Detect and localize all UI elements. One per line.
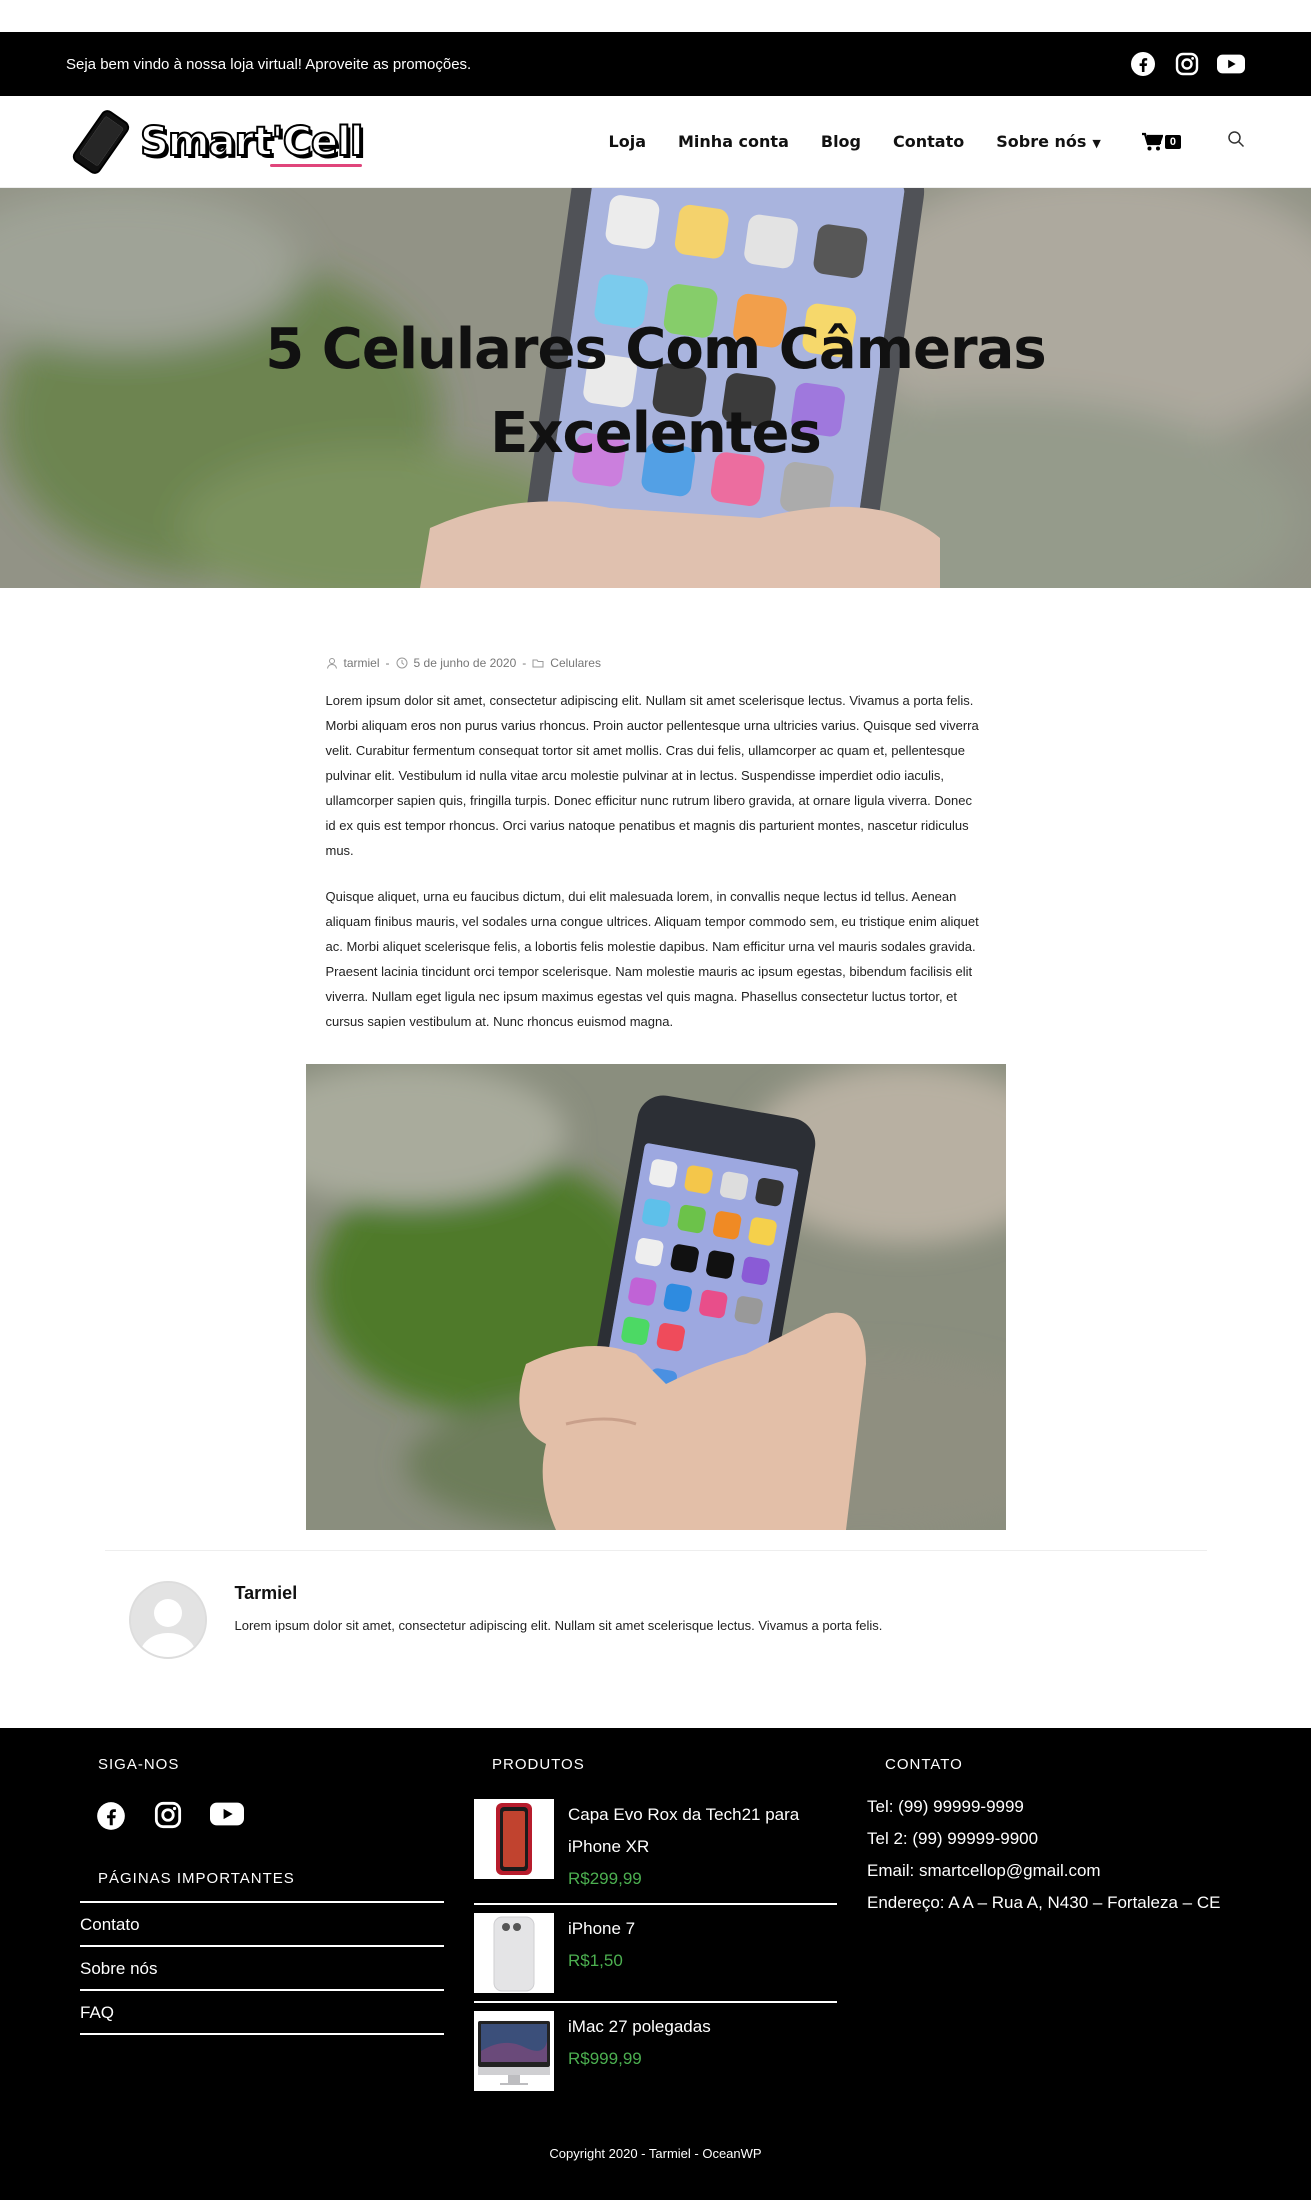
product-thumbnail[interactable] xyxy=(474,1913,554,1993)
nav-loja[interactable]: Loja xyxy=(609,132,646,151)
contact-address: Endereço: A A – Rua A, N430 – Fortaleza … xyxy=(867,1893,1221,1912)
important-pages-list: Contato Sobre nós FAQ xyxy=(80,1901,444,2035)
footer-social-links xyxy=(80,1801,444,1836)
follow-heading: SIGA-NOS xyxy=(98,1756,180,1773)
author-info: Tarmiel Lorem ipsum dolor sit amet, cons… xyxy=(235,1581,883,1659)
footer-link-faq[interactable]: FAQ xyxy=(80,1991,444,2035)
product-price: R$1,50 xyxy=(568,1951,623,1970)
meta-separator: - xyxy=(522,656,527,670)
product-thumbnail[interactable] xyxy=(474,2011,554,2091)
instagram-icon[interactable] xyxy=(154,1801,182,1836)
instagram-icon[interactable] xyxy=(1173,50,1201,78)
site-header: Smart'Cell Loja Minha conta Blog Contato… xyxy=(0,96,1311,188)
post-image xyxy=(305,1064,1006,1530)
meta-separator: - xyxy=(385,656,390,670)
contact-heading: CONTATO xyxy=(885,1756,963,1773)
facebook-icon[interactable] xyxy=(96,1801,126,1836)
logo-text: Smart'Cell xyxy=(139,118,364,167)
product-info: iMac 27 polegadas R$999,99 xyxy=(568,2011,711,2091)
footer-column-follow: SIGA-NOS PÁGINAS IMPORTANTES Contato Sob… xyxy=(80,1728,444,2035)
welcome-text: Seja bem vindo à nossa loja virtual! Apr… xyxy=(66,55,472,73)
footer-link-sobre-nos[interactable]: Sobre nós xyxy=(80,1947,444,1991)
site-logo[interactable]: Smart'Cell xyxy=(66,109,364,174)
product-info: Capa Evo Rox da Tech21 para iPhone XR R$… xyxy=(568,1799,799,1895)
product-price: R$999,99 xyxy=(568,2049,642,2068)
post-title: 5 Celulares Com Câmeras Excelentes xyxy=(265,317,1046,466)
pages-heading: PÁGINAS IMPORTANTES xyxy=(98,1870,295,1887)
nav-minha-conta[interactable]: Minha conta xyxy=(678,132,789,151)
topbar-social-links xyxy=(1129,50,1245,78)
product-name[interactable]: iMac 27 polegadas xyxy=(568,2011,711,2043)
nav-contato[interactable]: Contato xyxy=(893,132,964,151)
footer-column-products: PRODUTOS Capa Evo Rox da Tech21 para iPh… xyxy=(474,1728,837,2099)
top-bar: Seja bem vindo à nossa loja virtual! Apr… xyxy=(0,32,1311,96)
products-list: Capa Evo Rox da Tech21 para iPhone XR R$… xyxy=(474,1791,837,2099)
product-info: iPhone 7 R$1,50 xyxy=(568,1913,635,1993)
product-name[interactable]: iPhone 7 xyxy=(568,1913,635,1945)
main-nav: Loja Minha conta Blog Contato Sobre nós ▼… xyxy=(609,130,1245,153)
products-heading: PRODUTOS xyxy=(492,1756,585,1773)
search-icon[interactable] xyxy=(1227,130,1245,153)
post-category[interactable]: Celulares xyxy=(550,656,601,670)
author-box: Tarmiel Lorem ipsum dolor sit amet, cons… xyxy=(105,1551,1207,1689)
user-icon xyxy=(326,658,337,669)
post-hero: 5 Celulares Com Câmeras Excelentes xyxy=(0,188,1311,588)
contact-email: Email: smartcellop@gmail.com xyxy=(867,1861,1101,1880)
author-bio: Lorem ipsum dolor sit amet, consectetur … xyxy=(234,1618,883,1633)
post-content: tarmiel - 5 de junho de 2020 - Celulares… xyxy=(305,588,1006,1530)
youtube-icon[interactable] xyxy=(210,1801,244,1836)
post-author[interactable]: tarmiel xyxy=(344,656,380,670)
post-paragraph: Quisque aliquet, urna eu faucibus dictum… xyxy=(325,889,979,1029)
contact-phone: Tel: (99) 99999-9999 xyxy=(867,1797,1024,1816)
contact-list: Tel: (99) 99999-9999 Tel 2: (99) 99999-9… xyxy=(867,1791,1247,1919)
avatar[interactable] xyxy=(128,1581,207,1659)
post-paragraph: Lorem ipsum dolor sit amet, consectetur … xyxy=(325,693,979,858)
footer-column-contact: CONTATO Tel: (99) 99999-9999 Tel 2: (99)… xyxy=(867,1728,1247,1919)
facebook-icon[interactable] xyxy=(1129,50,1157,78)
nav-sobre-nos-label: Sobre nós xyxy=(996,132,1087,151)
top-spacer xyxy=(0,0,1311,32)
cart-count-badge: 0 xyxy=(1164,134,1181,149)
footer-link-contato[interactable]: Contato xyxy=(80,1903,444,1947)
product-price: R$299,99 xyxy=(568,1869,642,1888)
product-item[interactable]: Capa Evo Rox da Tech21 para iPhone XR R$… xyxy=(474,1791,837,1905)
contact-phone-2: Tel 2: (99) 99999-9900 xyxy=(867,1829,1039,1848)
author-name[interactable]: Tarmiel xyxy=(235,1583,883,1604)
nav-sobre-nos[interactable]: Sobre nós ▼ xyxy=(996,132,1101,151)
product-name-cont[interactable]: iPhone XR xyxy=(568,1831,799,1863)
product-item[interactable]: iMac 27 polegadas R$999,99 xyxy=(474,2003,837,2099)
logo-underline xyxy=(270,163,363,167)
clock-icon xyxy=(396,657,408,669)
phone-logo-icon xyxy=(72,109,130,174)
copyright: Copyright 2020 - Tarmiel - OceanWP xyxy=(549,2146,762,2161)
nav-blog[interactable]: Blog xyxy=(821,132,861,151)
post-meta: tarmiel - 5 de junho de 2020 - Celulares xyxy=(326,656,986,670)
cart-icon xyxy=(1141,132,1163,150)
logo-wordmark: Smart'Cell xyxy=(139,118,364,166)
product-name[interactable]: Capa Evo Rox da Tech21 para xyxy=(568,1799,799,1831)
folder-icon xyxy=(532,659,544,668)
post-date: 5 de junho de 2020 xyxy=(413,656,517,670)
cart-button[interactable]: 0 xyxy=(1141,132,1181,152)
chevron-down-icon: ▼ xyxy=(1092,137,1101,150)
site-footer: SIGA-NOS PÁGINAS IMPORTANTES Contato Sob… xyxy=(0,1728,1311,2200)
product-thumbnail[interactable] xyxy=(474,1799,554,1879)
youtube-icon[interactable] xyxy=(1217,50,1245,78)
product-item[interactable]: iPhone 7 R$1,50 xyxy=(474,1905,837,2003)
